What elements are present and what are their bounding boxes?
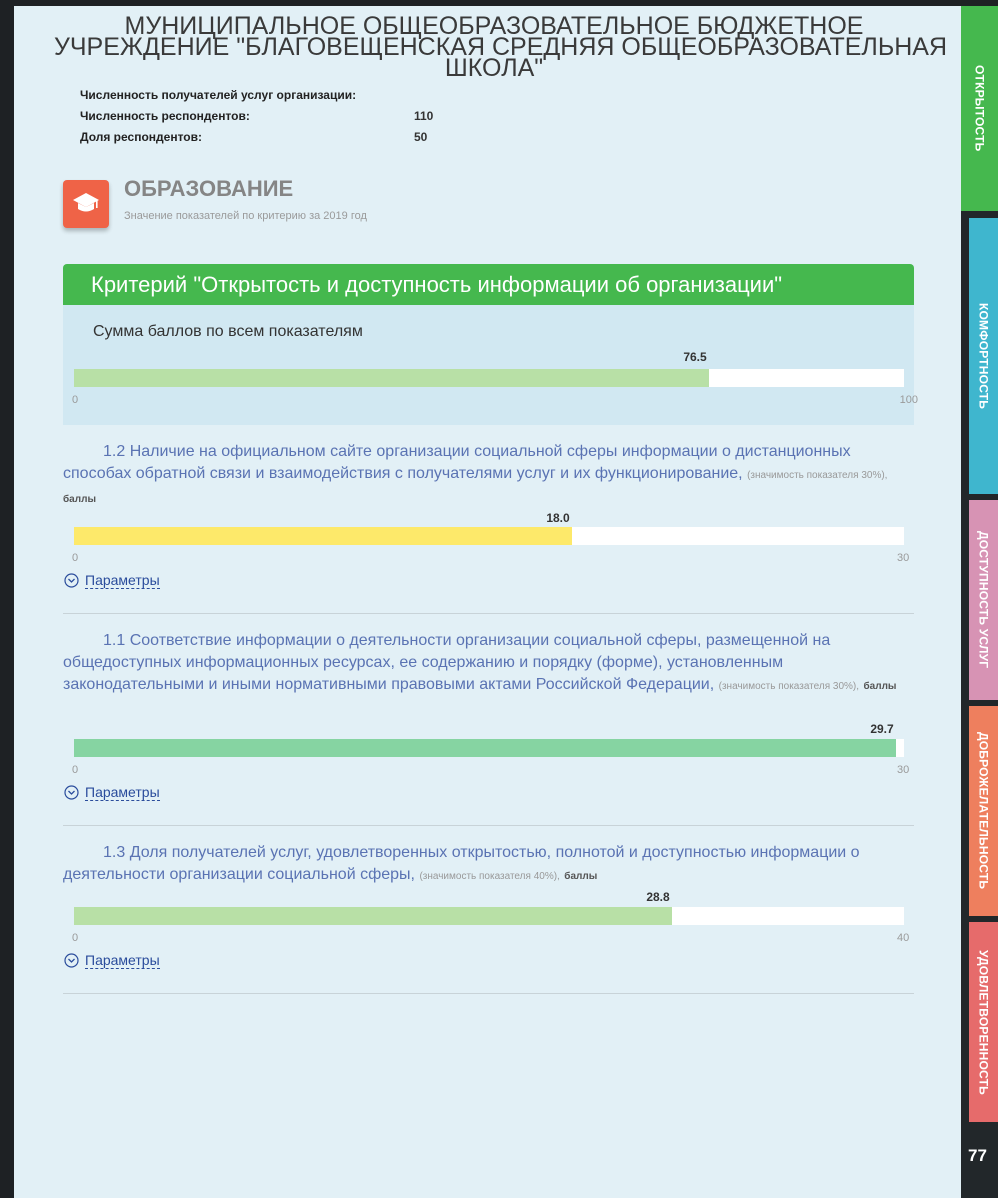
params-toggle[interactable]: Параметры <box>64 572 160 589</box>
params-link[interactable]: Параметры <box>85 952 160 969</box>
params-link[interactable]: Параметры <box>85 572 160 589</box>
graduation-cap-icon <box>63 180 109 228</box>
divider <box>63 613 914 614</box>
stat-label: Численность респондентов: <box>80 109 250 123</box>
section-title: ОБРАЗОВАНИЕ <box>124 176 294 201</box>
side-tab-comfort[interactable]: КОМФОРТНОСТЬ <box>969 218 998 494</box>
criterion-summary: Сумма баллов по всем показателям 76.5 0 … <box>63 305 918 425</box>
indicator-value: 18.0 <box>546 511 570 525</box>
params-toggle[interactable]: Параметры <box>64 784 160 801</box>
indicator-value: 28.8 <box>646 890 670 904</box>
organization-title-line: ШКОЛА" <box>444 54 544 82</box>
organization-title: МУНИЦИПАЛЬНОЕ ОБЩЕОБРАЗОВАТЕЛЬНОЕ БЮДЖЕТ… <box>54 14 947 82</box>
indicator-text: 1.1 Соответствие информации о деятельнос… <box>63 630 917 698</box>
indicator-weight-note: (значимость показателя 40%), <box>419 871 560 882</box>
indicator-progress-bar <box>74 739 904 757</box>
corner-number: 77 <box>968 1146 987 1165</box>
side-tab-label: ОТКРЫТОСТЬ <box>972 65 987 152</box>
summary-label: Сумма баллов по всем показателям <box>93 323 363 340</box>
indicator-min-tick: 0 <box>72 552 79 564</box>
indicator-description: 1.2 Наличие на официальном сайте организ… <box>63 443 851 482</box>
summary-min-tick: 0 <box>72 394 79 406</box>
chevron-down-circle-icon <box>64 953 79 968</box>
criteria-side-tabs: ОТКРЫТОСТЬ КОМФОРТНОСТЬ ДОСТУПНОСТЬ УСЛУ… <box>961 6 998 1198</box>
indicator-text: 1.2 Наличие на официальном сайте организ… <box>63 441 917 511</box>
indicator-progress-fill <box>74 527 572 545</box>
params-link[interactable]: Параметры <box>85 784 160 801</box>
chevron-down-circle-icon <box>64 785 79 800</box>
indicator-max-tick: 30 <box>897 764 910 776</box>
stat-value: 50 <box>414 130 428 144</box>
indicator-progress-bar <box>74 527 904 545</box>
indicator-unit: баллы <box>863 681 897 692</box>
indicator-text: 1.3 Доля получателей услуг, удовлетворен… <box>63 842 917 888</box>
side-tab-label: ДОСТУПНОСТЬ УСЛУГ <box>976 531 991 669</box>
indicator-weight-note: (значимость показателя 30%), <box>718 681 860 692</box>
indicator-weight-note: (значимость показателя 30%), <box>747 470 888 481</box>
side-tab-label: УДОВЛЕТВОРЕННОСТЬ <box>976 949 991 1095</box>
side-tab-openness[interactable]: ОТКРЫТОСТЬ <box>961 6 998 211</box>
summary-progress-fill <box>74 369 709 387</box>
side-tab-satisfaction[interactable]: УДОВЛЕТВОРЕННОСТЬ <box>969 922 998 1122</box>
content-panel: МУНИЦИПАЛЬНОЕ ОБЩЕОБРАЗОВАТЕЛЬНОЕ БЮДЖЕТ… <box>14 6 961 1198</box>
stat-label: Доля респондентов: <box>80 130 202 144</box>
params-toggle[interactable]: Параметры <box>64 952 160 969</box>
indicator-min-tick: 0 <box>72 764 79 776</box>
divider <box>63 993 914 994</box>
summary-value: 76.5 <box>683 350 707 364</box>
summary-max-tick: 100 <box>899 394 918 406</box>
stat-value: 110 <box>414 109 434 123</box>
indicator-progress-bar <box>74 907 904 925</box>
chevron-down-circle-icon <box>64 573 79 588</box>
side-tab-accessibility[interactable]: ДОСТУПНОСТЬ УСЛУГ <box>969 500 998 700</box>
indicator-max-tick: 30 <box>897 552 910 564</box>
indicator-unit: баллы <box>63 494 96 505</box>
section-subtitle: Значение показателей по критерию за 2019… <box>124 210 367 222</box>
divider <box>63 825 914 826</box>
side-tab-friendliness[interactable]: ДОБРОЖЕЛАТЕЛЬНОСТЬ <box>969 706 998 916</box>
criterion-header: Критерий "Открытость и доступность инфор… <box>63 264 914 305</box>
indicator-description: 1.1 Соответствие информации о деятельнос… <box>63 632 831 693</box>
indicator-value: 29.7 <box>870 722 894 736</box>
stat-label: Численность получателей услуг организаци… <box>80 88 357 102</box>
indicator-progress-fill <box>74 907 672 925</box>
side-tab-label: КОМФОРТНОСТЬ <box>976 302 991 410</box>
summary-progress-bar <box>74 369 904 387</box>
indicator-max-tick: 40 <box>897 932 910 944</box>
side-tab-label: ДОБРОЖЕЛАТЕЛЬНОСТЬ <box>976 732 991 890</box>
indicator-unit: баллы <box>564 871 598 882</box>
indicator-progress-fill <box>74 739 896 757</box>
indicator-min-tick: 0 <box>72 932 79 944</box>
